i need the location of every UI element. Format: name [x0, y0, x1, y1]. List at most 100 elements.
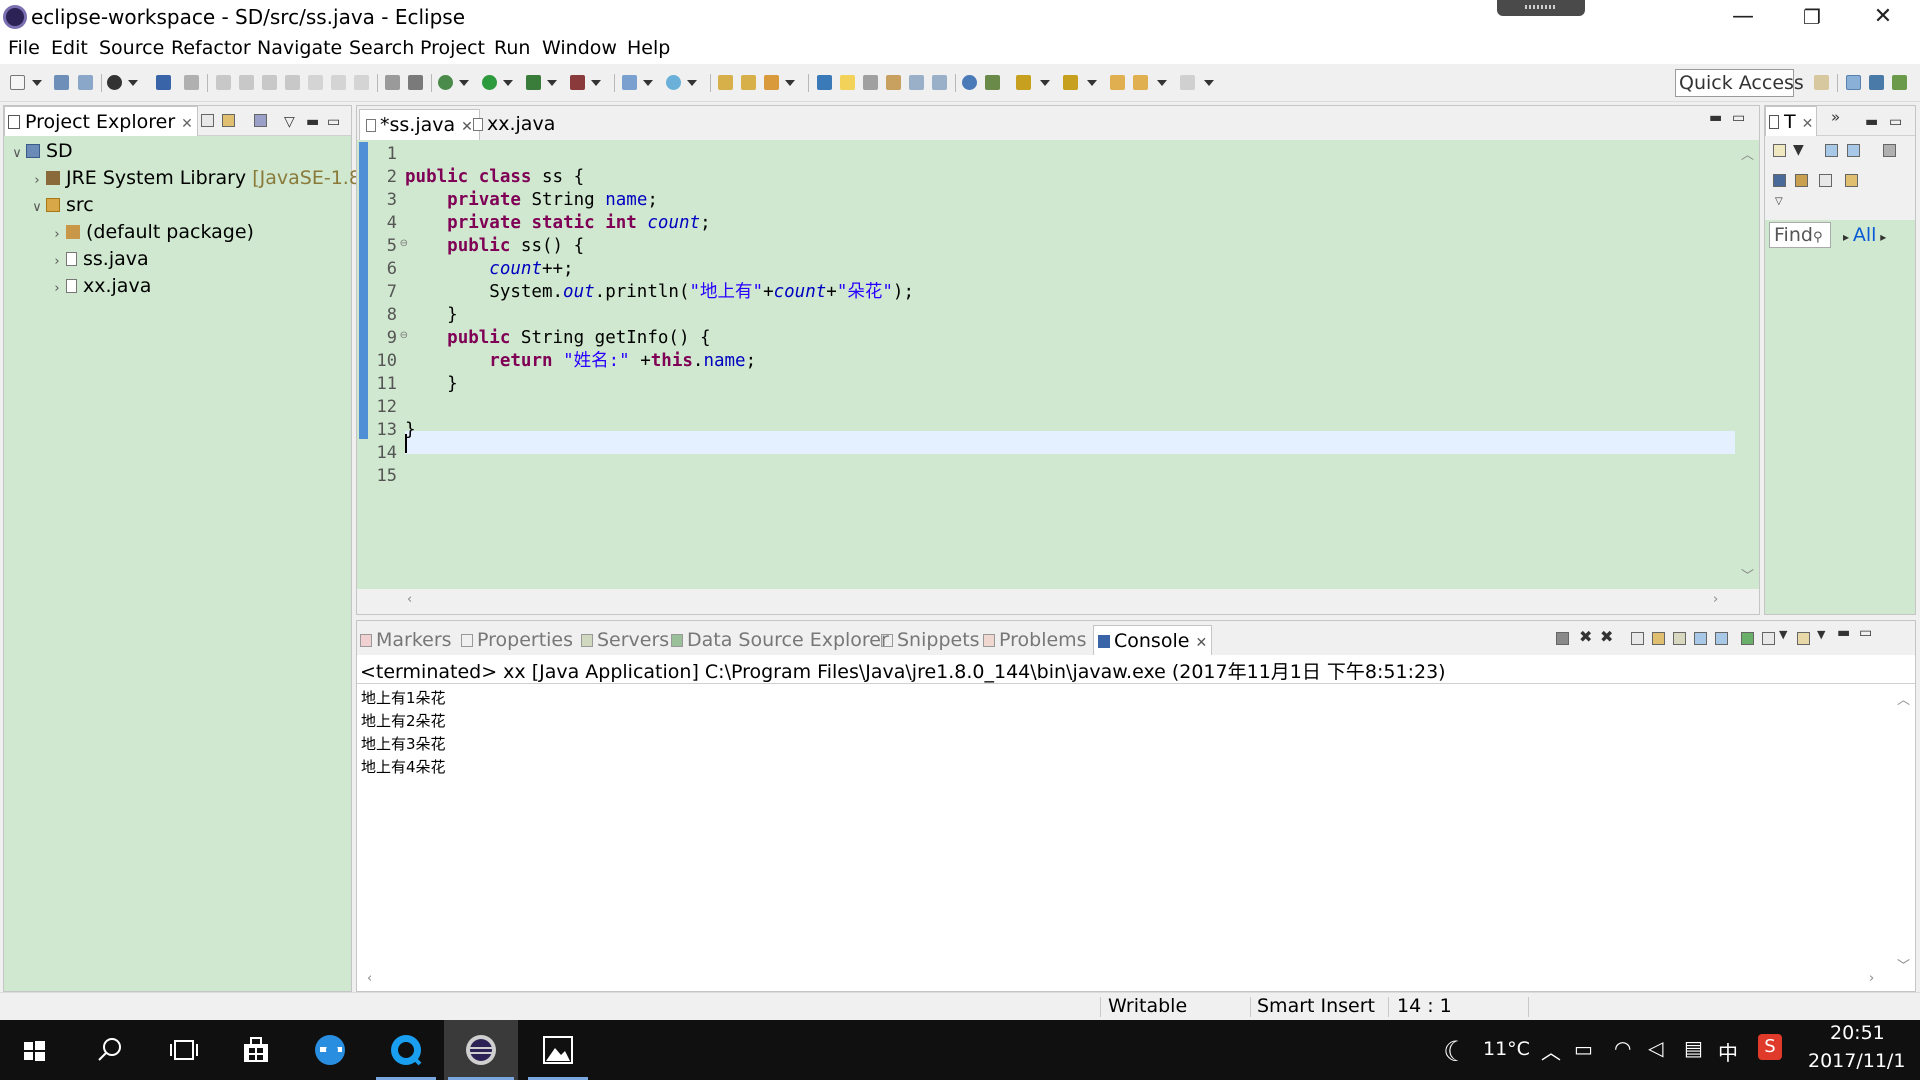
pilcrow-icon[interactable] [932, 75, 947, 90]
debug-config-icon[interactable] [107, 75, 122, 90]
new-task-icon[interactable] [1773, 144, 1786, 157]
code-content[interactable]: public class ss { private String name; p… [405, 140, 1735, 589]
clock-date[interactable]: 2017/11/1 [1808, 1050, 1905, 1072]
coverage-toggle-icon[interactable] [408, 75, 423, 90]
tab-console[interactable]: Console ✕ [1093, 625, 1213, 655]
step-return-icon[interactable] [354, 75, 369, 90]
menu-search[interactable]: Search [349, 37, 414, 59]
view-menu-icon[interactable]: ▽ [1775, 196, 1783, 207]
previous-annotation-icon[interactable] [1063, 75, 1078, 90]
close-tab-icon[interactable]: ✕ [1195, 635, 1207, 651]
pin-console-icon[interactable] [1741, 632, 1754, 645]
code-editor[interactable]: 1 2 3 4 5 6 7 8 9 10 11 12 13 14 15 ⊖ ⊖ public class ss … [357, 140, 1735, 589]
view-menu-icon[interactable]: ▽ [284, 114, 295, 130]
tree-item-xx-java[interactable]: › xx.java [48, 273, 151, 300]
next-annotation-icon[interactable] [1016, 75, 1031, 90]
web-browser-icon[interactable] [962, 75, 977, 90]
menu-help[interactable]: Help [627, 37, 670, 59]
step-over-icon[interactable] [331, 75, 346, 90]
open-console-dropdown-icon[interactable]: ▼ [1817, 628, 1825, 641]
tree-item-src[interactable]: ∨ src [28, 192, 94, 219]
sogou-input-icon[interactable]: S [1758, 1034, 1782, 1060]
wifi-icon[interactable]: ◠ [1614, 1036, 1631, 1060]
external-tools-dropdown-icon[interactable] [591, 80, 601, 86]
show-on-stderr-icon[interactable] [1715, 632, 1728, 645]
maximize-view-icon[interactable]: ▭ [1889, 114, 1902, 130]
suspend-icon[interactable] [239, 75, 254, 90]
task-view-button[interactable] [150, 1020, 218, 1080]
categorized-icon[interactable] [1825, 144, 1838, 157]
maximize-editor-icon[interactable]: ▭ [1732, 110, 1745, 126]
block-selection-icon[interactable] [886, 75, 901, 90]
link-with-editor-icon[interactable] [222, 114, 235, 127]
taskbar-store[interactable] [222, 1020, 290, 1080]
minimize-editor-icon[interactable]: ▬ [1709, 110, 1722, 126]
tree-item-default-package[interactable]: › (default package) [48, 219, 254, 246]
terminal-icon[interactable] [156, 75, 171, 90]
scroll-up-icon[interactable]: ︿ [1741, 144, 1754, 163]
editor-vertical-scrollbar[interactable]: ︿ ﹀ [1735, 140, 1759, 589]
weather-moon-icon[interactable]: ☾ [1443, 1035, 1468, 1068]
restore-button[interactable]: ❐ [1782, 0, 1842, 34]
open-console-icon[interactable] [1797, 632, 1810, 645]
taskbar-edge[interactable] [296, 1020, 364, 1080]
resume-icon[interactable] [216, 75, 231, 90]
menu-project[interactable]: Project [420, 37, 485, 59]
show-hidden-icons-icon[interactable]: ︿ [1541, 1036, 1561, 1065]
tab-snippets[interactable]: Snippets [881, 625, 980, 655]
menu-window[interactable]: Window [542, 37, 617, 59]
menu-refactor[interactable]: Refactor [171, 37, 251, 59]
menu-source[interactable]: Source [99, 37, 164, 59]
new-task-dropdown-icon[interactable]: ▼ [1793, 142, 1804, 158]
save-icon[interactable] [54, 75, 69, 90]
tab-data-source-explorer[interactable]: Data Source Explorer [671, 625, 889, 655]
touch-keyboard-handle[interactable] [1497, 0, 1585, 16]
quick-access-field[interactable]: Quick Access [1675, 69, 1804, 97]
chevron-down-icon[interactable]: ∨ [8, 140, 26, 167]
task-filter-all-link[interactable]: ▸ All ▸ [1843, 222, 1886, 250]
java-perspective-icon[interactable] [1869, 75, 1884, 90]
input-method-indicator[interactable]: 中 [1718, 1037, 1738, 1066]
open-type-icon[interactable] [718, 75, 733, 90]
tree-item-jre-system-library[interactable]: › JRE System Library [JavaSE-1.8] [28, 165, 368, 192]
tab-servers[interactable]: Servers [581, 625, 669, 655]
last-edit-location-icon[interactable] [1110, 75, 1125, 90]
maximize-view-icon[interactable]: ▭ [1859, 625, 1872, 641]
synchronize-icon[interactable] [985, 75, 1000, 90]
show-on-stdout-icon[interactable] [1694, 632, 1707, 645]
forward-dropdown-icon[interactable] [1204, 80, 1214, 86]
tab-project-explorer[interactable]: Project Explorer ✕ [4, 106, 198, 136]
clock-time[interactable]: 20:51 [1830, 1022, 1885, 1044]
menu-navigate[interactable]: Navigate [257, 37, 342, 59]
search-dropdown-icon[interactable] [785, 80, 795, 86]
debug-config-dropdown-icon[interactable] [128, 80, 138, 86]
new-class-icon[interactable] [666, 75, 681, 90]
minimize-view-icon[interactable]: ▬ [306, 114, 319, 130]
open-perspective-icon[interactable] [1814, 75, 1829, 90]
mark-occurrences-icon[interactable] [840, 75, 855, 90]
search-icon[interactable] [764, 75, 779, 90]
run-icon[interactable] [482, 75, 497, 90]
word-wrap-icon[interactable] [863, 75, 878, 90]
collapse-all-icon[interactable] [201, 114, 214, 127]
search-button[interactable] [75, 1020, 143, 1080]
minimize-button[interactable]: — [1713, 0, 1773, 34]
new-java-project-icon[interactable] [622, 75, 637, 90]
close-tab-icon[interactable]: ✕ [181, 116, 193, 132]
editor-horizontal-scrollbar[interactable]: ‹ › [403, 589, 1735, 613]
debug-perspective-icon[interactable] [1892, 75, 1907, 90]
scheduled-icon[interactable] [1847, 144, 1860, 157]
focus-on-active-task-icon[interactable] [254, 114, 267, 127]
open-task-icon[interactable] [741, 75, 756, 90]
scroll-left-icon[interactable]: ‹ [367, 971, 372, 986]
console-horizontal-scrollbar[interactable]: ‹ › [357, 969, 1915, 991]
display-selected-console-icon[interactable] [1762, 632, 1775, 645]
tab-properties[interactable]: Properties [461, 625, 573, 655]
close-button[interactable]: ✕ [1853, 0, 1913, 34]
coverage-icon[interactable] [526, 75, 541, 90]
word-wrap-icon[interactable] [1673, 632, 1686, 645]
tree-item-sd[interactable]: ∨ SD [8, 138, 72, 167]
console-output[interactable]: 地上有1朵花 地上有2朵花 地上有3朵花 地上有4朵花 [361, 687, 446, 779]
next-annotation-dropdown-icon[interactable] [1040, 80, 1050, 86]
minimize-view-icon[interactable]: ▬ [1837, 625, 1850, 641]
